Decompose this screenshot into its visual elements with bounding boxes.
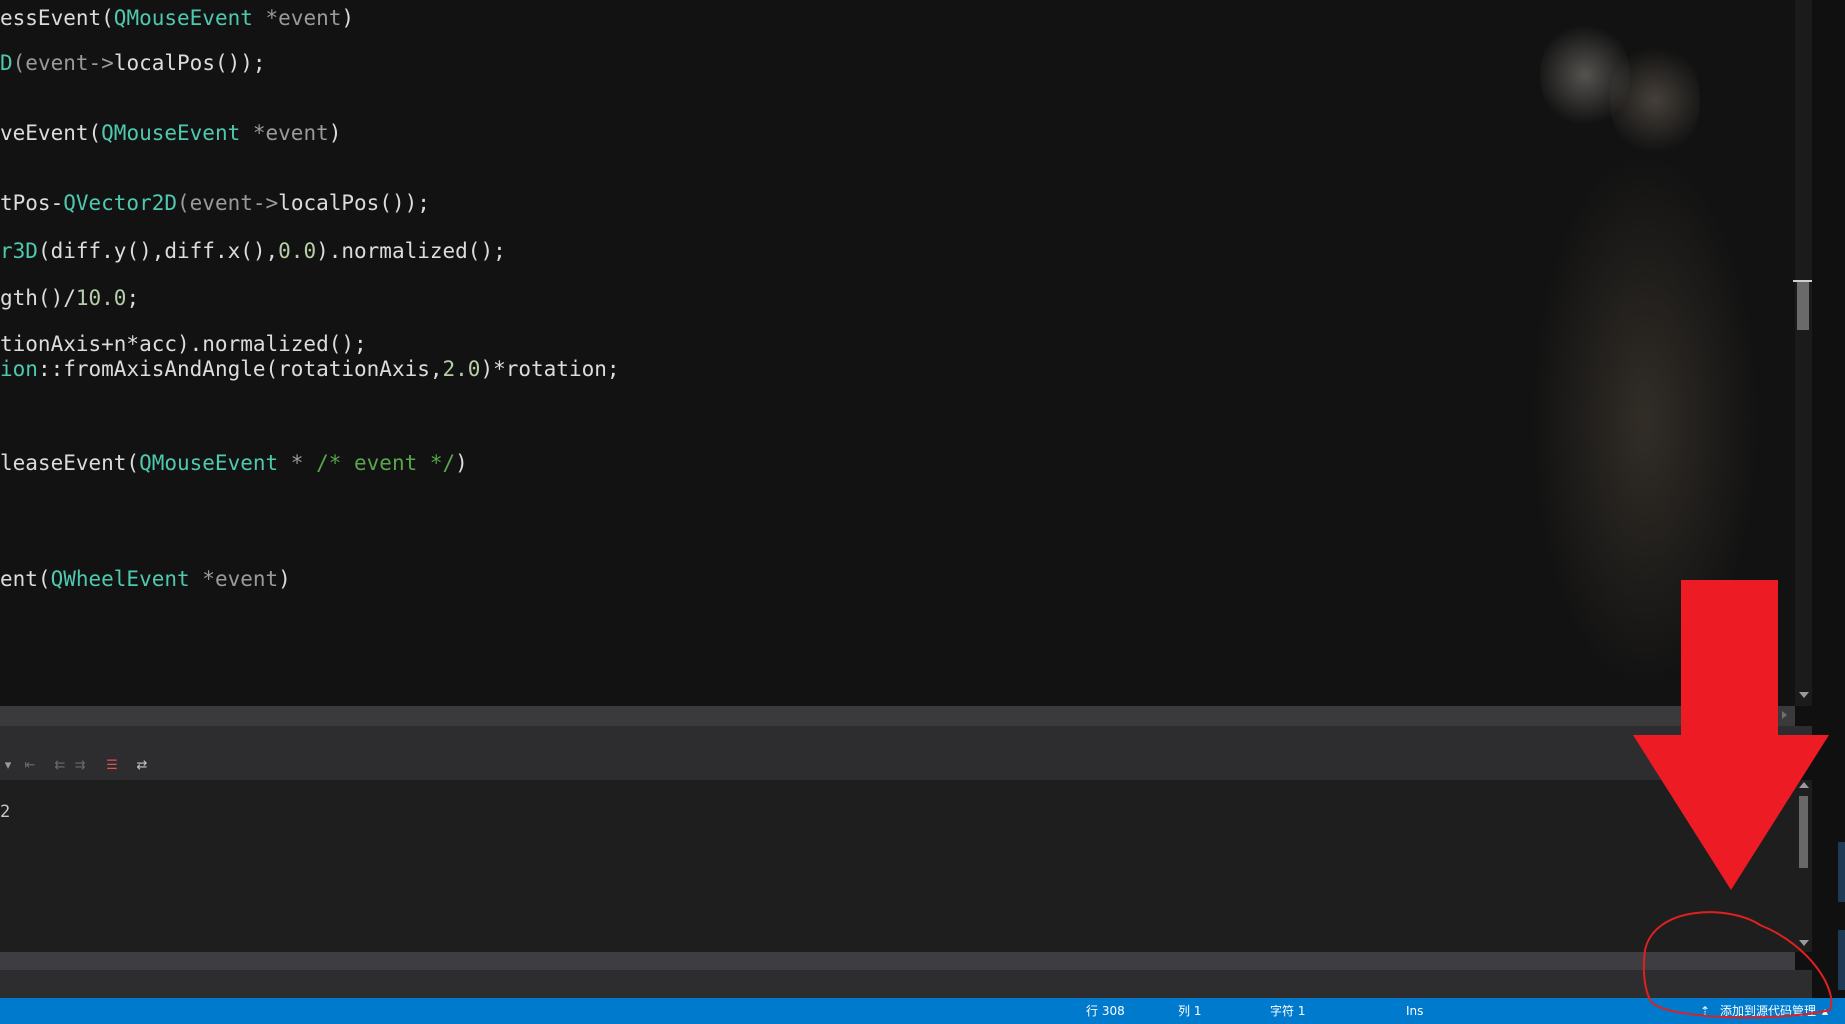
code-token: )*rotation; xyxy=(480,357,620,381)
code-token: ion xyxy=(0,357,38,381)
find-previous-icon[interactable]: ⇤ xyxy=(22,758,38,774)
code-token: localPos()); xyxy=(278,191,430,215)
code-line[interactable]: r3D(diff.y(),diff.x(),0.0).normalized(); xyxy=(0,238,506,264)
code-line[interactable]: ion::fromAxisAndAngle(rotationAxis,2.0)*… xyxy=(0,356,620,382)
code-token: *event xyxy=(252,6,342,30)
code-token: gth()/ xyxy=(0,286,76,310)
editor-scroll-thumb[interactable] xyxy=(1797,282,1809,330)
clear-all-icon[interactable]: ☰ xyxy=(104,758,120,774)
code-token: ::fromAxisAndAngle(rotationAxis, xyxy=(37,357,443,381)
status-insert-mode[interactable]: Ins xyxy=(1406,998,1423,1024)
code-token: QMouseEvent xyxy=(113,6,253,30)
code-token: tionAxis+n*acc).normalized(); xyxy=(0,332,367,356)
code-token: 0.0 xyxy=(278,239,317,263)
panel-splitter[interactable] xyxy=(0,726,1845,738)
editor-horizontal-scrollbar[interactable] xyxy=(0,706,1795,726)
code-token: leaseEvent( xyxy=(0,451,140,475)
code-token: veEvent( xyxy=(0,121,102,145)
code-token: essEvent( xyxy=(0,6,114,30)
code-line[interactable]: gth()/10.0; xyxy=(0,285,139,311)
code-line[interactable]: tionAxis+n*acc).normalized(); xyxy=(0,331,367,357)
code-token: *event xyxy=(240,121,329,145)
go-previous-icon[interactable]: ⇇ xyxy=(52,758,68,774)
scroll-down-arrow-icon[interactable] xyxy=(1799,692,1809,698)
output-toolbar xyxy=(0,754,1795,780)
code-token: 10.0 xyxy=(75,286,127,310)
status-column[interactable]: 列 1 xyxy=(1178,998,1201,1024)
code-line[interactable]: veEvent(QMouseEvent *event) xyxy=(0,120,341,146)
output-text: 2 xyxy=(0,802,11,822)
code-token: (event-> xyxy=(12,51,114,75)
output-scroll-down-icon[interactable] xyxy=(1799,940,1809,946)
status-spacer xyxy=(0,970,1845,998)
code-line[interactable]: essEvent(QMouseEvent *event) xyxy=(0,5,354,31)
code-token: ) xyxy=(278,567,291,591)
code-line[interactable]: leaseEvent(QMouseEvent * /* event */) xyxy=(0,450,468,476)
code-token: QVector2D xyxy=(63,191,178,215)
code-token: D xyxy=(0,51,13,75)
chevron-up-icon[interactable]: ▴ xyxy=(1822,998,1828,1024)
output-panel[interactable] xyxy=(0,780,1795,952)
code-token: localPos()); xyxy=(113,51,266,75)
code-line[interactable]: ent(QWheelEvent *event) xyxy=(0,566,291,592)
code-token: ).normalized(); xyxy=(316,239,506,263)
output-horizontal-scrollbar[interactable] xyxy=(0,952,1795,970)
annotation-arrow-head xyxy=(1633,735,1829,890)
code-token: ent( xyxy=(0,567,51,591)
code-token: 2.0 xyxy=(442,357,481,381)
code-token: QWheelEvent xyxy=(50,567,190,591)
go-next-icon[interactable]: ⇉ xyxy=(72,758,88,774)
code-token: /* event */ xyxy=(316,451,456,475)
code-token: ; xyxy=(126,286,140,310)
code-token: ) xyxy=(455,451,468,475)
code-token: ) xyxy=(341,6,355,30)
dropdown-arrow-icon[interactable]: ▾ xyxy=(0,758,16,774)
code-token: tPos- xyxy=(0,191,64,215)
code-token: ) xyxy=(328,121,342,145)
code-token: (event-> xyxy=(177,191,279,215)
word-wrap-icon[interactable]: ⇄ xyxy=(134,758,150,774)
code-token: QMouseEvent xyxy=(101,121,241,145)
editor-vertical-scrollbar[interactable] xyxy=(1795,0,1812,706)
status-bar: 行 308 列 1 字符 1 Ins ⇡ 添加到源代码管理 ▴ xyxy=(0,998,1845,1024)
code-line[interactable]: tPos-QVector2D(event->localPos()); xyxy=(0,190,430,216)
code-token: (diff.y(),diff.x(), xyxy=(37,239,279,263)
code-token: * xyxy=(278,451,317,475)
code-token: r3D xyxy=(0,239,38,263)
upload-icon: ⇡ xyxy=(1700,1004,1711,1018)
annotation-arrow-shaft xyxy=(1681,580,1778,742)
code-line[interactable]: D(event->localPos()); xyxy=(0,50,266,76)
status-character[interactable]: 字符 1 xyxy=(1270,998,1305,1024)
side-tab[interactable] xyxy=(1838,930,1845,990)
side-tab[interactable] xyxy=(1838,842,1845,902)
code-token: *event xyxy=(189,567,279,591)
status-line[interactable]: 行 308 xyxy=(1086,998,1125,1024)
scroll-right-arrow-icon[interactable] xyxy=(1782,711,1787,719)
code-token: QMouseEvent xyxy=(139,451,279,475)
code-editor[interactable]: essEvent(QMouseEvent *event) D(event->loc… xyxy=(0,0,1795,706)
add-to-source-control-button[interactable]: 添加到源代码管理 xyxy=(1720,998,1816,1024)
